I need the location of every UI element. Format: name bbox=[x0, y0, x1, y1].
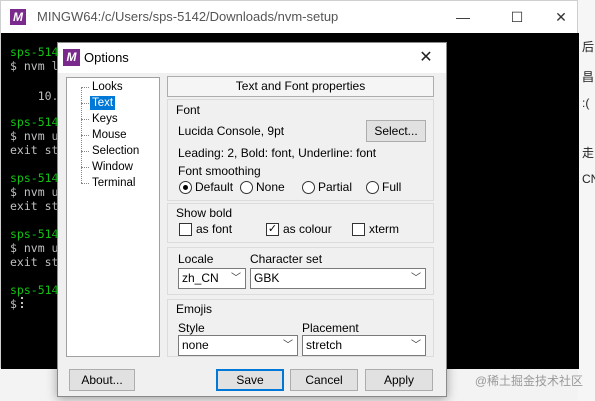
tree-connector bbox=[81, 167, 89, 168]
background-text: CN bbox=[582, 172, 595, 186]
section-header: Text and Font properties bbox=[167, 76, 434, 97]
tree-item-window[interactable]: Window bbox=[90, 160, 135, 174]
terminal-title: MINGW64:/c/Users/sps-5142/Downloads/nvm-… bbox=[37, 9, 339, 24]
background-text: 昌 bbox=[582, 70, 595, 84]
terminal-cursor bbox=[21, 297, 24, 308]
emoji-placement-select[interactable]: stretch ﹀ bbox=[302, 335, 426, 356]
font-info: Leading: 2, Bold: font, Underline: font bbox=[178, 146, 377, 160]
dialog-close-button[interactable]: ✕ bbox=[414, 46, 438, 70]
smoothing-none-radio[interactable] bbox=[240, 181, 253, 194]
terminal-line: sps-514 bbox=[10, 283, 58, 297]
xterm-checkbox[interactable] bbox=[352, 223, 365, 236]
terminal-line: sps-514 bbox=[10, 171, 58, 185]
background-text: :( bbox=[582, 96, 590, 110]
maximize-button[interactable]: ☐ bbox=[495, 5, 539, 29]
options-dialog: M Options ✕ Looks Text Keys Mouse Select… bbox=[57, 42, 447, 397]
category-tree[interactable]: Looks Text Keys Mouse Selection Window T… bbox=[66, 77, 160, 357]
smoothing-full-label[interactable]: Full bbox=[382, 180, 401, 194]
tree-item-selection[interactable]: Selection bbox=[90, 144, 141, 158]
about-button[interactable]: About... bbox=[69, 369, 135, 391]
terminal-line: $ nvm u bbox=[10, 241, 59, 255]
charset-select[interactable]: GBK ﹀ bbox=[250, 268, 426, 289]
show-bold-label: Show bold bbox=[176, 206, 233, 220]
smoothing-default-radio[interactable] bbox=[179, 181, 192, 194]
terminal-line: exit st bbox=[10, 255, 59, 269]
chevron-down-icon: ﹀ bbox=[283, 340, 293, 351]
locale-value: zh_CN bbox=[182, 271, 219, 285]
terminal-line: $ bbox=[10, 297, 17, 311]
emojis-label: Emojis bbox=[176, 302, 213, 316]
mintty-app-icon: M bbox=[63, 49, 80, 66]
terminal-line: $ nvm u bbox=[10, 129, 59, 143]
font-group: Font Lucida Console, 9pt Select... Leadi… bbox=[167, 99, 434, 201]
smoothing-default-label[interactable]: Default bbox=[195, 180, 233, 194]
background-text: 后 bbox=[582, 40, 595, 54]
as-font-label[interactable]: as font bbox=[196, 222, 232, 236]
cancel-button[interactable]: Cancel bbox=[290, 369, 358, 391]
terminal-prompt: sps-514 bbox=[10, 171, 59, 185]
dialog-title: Options bbox=[84, 50, 129, 65]
terminal-line: sps-514 bbox=[10, 227, 58, 241]
background-page-strip: 后 昌 :( 走 CN bbox=[578, 0, 595, 401]
tree-connector bbox=[81, 151, 89, 152]
tree-item-text[interactable]: Text bbox=[90, 96, 116, 110]
tree-connector bbox=[81, 87, 89, 88]
locale-select[interactable]: zh_CN ﹀ bbox=[178, 268, 246, 289]
terminal-prompt: sps-514 bbox=[10, 45, 59, 59]
tree-connector bbox=[81, 103, 89, 104]
terminal-line: exit st bbox=[10, 199, 59, 213]
style-label: Style bbox=[178, 321, 205, 335]
terminal-prompt: sps-514 bbox=[10, 283, 59, 297]
smoothing-partial-radio[interactable] bbox=[302, 181, 315, 194]
save-button[interactable]: Save bbox=[216, 369, 284, 391]
current-font: Lucida Console, 9pt bbox=[178, 124, 285, 138]
tree-item-looks[interactable]: Looks bbox=[90, 80, 125, 94]
font-smoothing-label: Font smoothing bbox=[178, 164, 261, 178]
terminal-prompt: sps-514 bbox=[10, 115, 59, 129]
terminal-prompt: sps-514 bbox=[10, 227, 59, 241]
tree-connector bbox=[81, 119, 89, 120]
tree-connector bbox=[81, 183, 89, 184]
emoji-style-select[interactable]: none ﹀ bbox=[178, 335, 298, 356]
chevron-down-icon: ﹀ bbox=[411, 340, 421, 351]
emojis-group: Emojis Style none ﹀ Placement stretch ﹀ bbox=[167, 299, 434, 357]
apply-button[interactable]: Apply bbox=[365, 369, 433, 391]
smoothing-partial-label[interactable]: Partial bbox=[318, 180, 352, 194]
mintty-app-icon: M bbox=[10, 9, 26, 25]
watermark: @稀土掘金技术社区 bbox=[474, 374, 583, 388]
as-colour-label[interactable]: as colour bbox=[283, 222, 332, 236]
emoji-placement-value: stretch bbox=[306, 338, 343, 352]
minimize-button[interactable]: — bbox=[441, 5, 485, 29]
tree-connector bbox=[81, 135, 89, 136]
close-button[interactable]: ✕ bbox=[539, 5, 583, 29]
terminal-line: 10. bbox=[10, 89, 59, 103]
as-font-checkbox[interactable] bbox=[179, 223, 192, 236]
terminal-line: sps-514 bbox=[10, 115, 58, 129]
emoji-style-value: none bbox=[182, 338, 209, 352]
select-font-button[interactable]: Select... bbox=[366, 120, 426, 142]
smoothing-none-label[interactable]: None bbox=[256, 180, 285, 194]
terminal-line: sps-514 bbox=[10, 45, 58, 59]
background-text: 走 bbox=[582, 146, 595, 160]
dialog-titlebar[interactable]: M Options ✕ bbox=[58, 43, 446, 73]
xterm-label[interactable]: xterm bbox=[369, 222, 399, 236]
terminal-titlebar[interactable]: M MINGW64:/c/Users/sps-5142/Downloads/nv… bbox=[1, 1, 577, 33]
charset-value: GBK bbox=[254, 271, 280, 285]
smoothing-full-radio[interactable] bbox=[366, 181, 379, 194]
chevron-down-icon: ﹀ bbox=[411, 273, 421, 284]
font-group-label: Font bbox=[176, 103, 201, 117]
terminal-line: exit st bbox=[10, 143, 59, 157]
locale-group: Locale zh_CN ﹀ Character set GBK ﹀ bbox=[167, 247, 434, 295]
placement-label: Placement bbox=[302, 321, 359, 335]
tree-item-mouse[interactable]: Mouse bbox=[90, 128, 129, 142]
charset-label: Character set bbox=[250, 252, 323, 266]
show-bold-group: Show bold as font ✓ as colour xterm bbox=[167, 203, 434, 243]
tree-item-terminal[interactable]: Terminal bbox=[90, 176, 137, 190]
terminal-line: $ nvm u bbox=[10, 185, 59, 199]
tree-item-keys[interactable]: Keys bbox=[90, 112, 120, 126]
locale-label: Locale bbox=[178, 252, 214, 266]
terminal-line: $ nvm l bbox=[10, 59, 59, 73]
as-colour-checkbox[interactable]: ✓ bbox=[266, 223, 279, 236]
chevron-down-icon: ﹀ bbox=[231, 273, 241, 284]
